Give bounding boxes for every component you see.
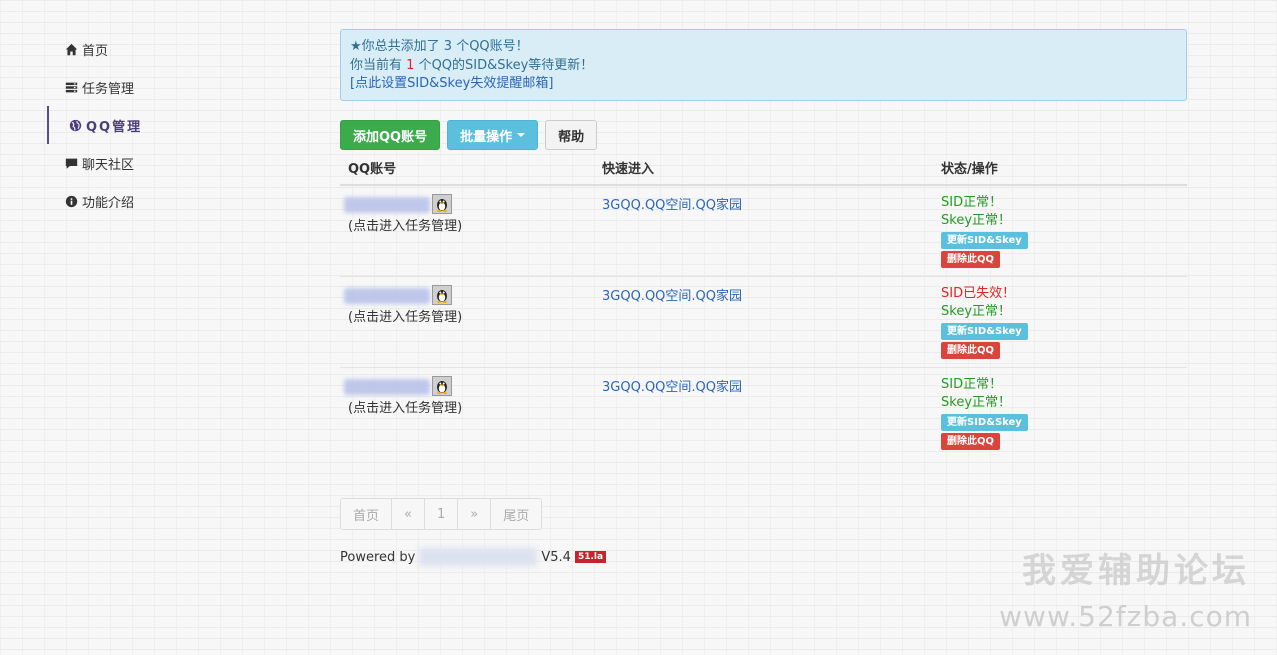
status-cell: SID已失效！ Skey正常！ 更新SID&Skey 删除此QQ [933, 276, 1187, 368]
page-last[interactable]: 尾页 [491, 499, 542, 529]
help-button[interactable]: 帮助 [545, 120, 598, 150]
qq-account-cell[interactable]: (点击进入任务管理) [340, 185, 594, 277]
sidebar-item-label: QQ管理 [86, 119, 143, 135]
batch-operation-button[interactable]: 批量操作 [447, 120, 539, 150]
qq-penguin-icon [432, 194, 452, 214]
toolbar: 添加QQ账号 批量操作 帮助 [340, 120, 1187, 150]
sidebar-item-label: 功能介绍 [82, 195, 135, 211]
delete-qq-button[interactable]: 删除此QQ [941, 433, 1001, 450]
skey-status: Skey正常！ [941, 304, 1012, 319]
redacted-qq-number[interactable] [344, 376, 432, 396]
update-sid-skey-button[interactable]: 更新SID&Skey [941, 323, 1028, 340]
status-cell: SID正常！ Skey正常！ 更新SID&Skey 删除此QQ [933, 367, 1187, 458]
qq-account-cell[interactable]: (点击进入任务管理) [340, 367, 594, 458]
main-content: ★你总共添加了 3 个QQ账号！ 你当前有 1 个QQ的SID&Skey等待更新… [340, 29, 1187, 566]
info-alert: ★你总共添加了 3 个QQ账号！ 你当前有 1 个QQ的SID&Skey等待更新… [340, 29, 1187, 101]
quick-entry-cell: 3GQQ.QQ空间.QQ家园 [594, 276, 933, 368]
globe-icon [68, 118, 82, 132]
quick-entry-cell: 3GQQ.QQ空间.QQ家园 [594, 367, 933, 458]
col-header-quick: 快速进入 [594, 150, 933, 186]
pending-count: 1 [406, 57, 415, 73]
version-text: V5.4 [541, 549, 571, 565]
watermark-title: 我爱辅助论坛 [1022, 551, 1250, 591]
qq-penguin-icon [432, 376, 452, 396]
quick-entry-link[interactable]: 3GQQ.QQ空间.QQ家园 [602, 198, 742, 213]
status-cell: SID正常！ Skey正常！ 更新SID&Skey 删除此QQ [933, 185, 1187, 277]
quick-entry-cell: 3GQQ.QQ空间.QQ家园 [594, 185, 933, 277]
quick-entry-link[interactable]: 3GQQ.QQ空间.QQ家园 [602, 380, 742, 395]
redacted-qq-number[interactable] [344, 285, 432, 305]
skey-status: Skey正常！ [941, 213, 1012, 228]
sid-status: SID已失效！ [941, 286, 1016, 301]
watermark-url: www.52fzba.com [999, 600, 1252, 633]
update-sid-skey-button[interactable]: 更新SID&Skey [941, 414, 1028, 431]
table-row: (点击进入任务管理) 3GQQ.QQ空间.QQ家园 SID正常！ Skey正常！ 更新S… [340, 185, 1187, 277]
redacted-site-name [419, 548, 538, 566]
page-prev[interactable]: « [392, 499, 425, 529]
table-row: (点击进入任务管理) 3GQQ.QQ空间.QQ家园 SID已失效！ Skey正常！ 更新… [340, 276, 1187, 368]
sidebar-item-tasks[interactable]: 任务管理 [47, 68, 287, 106]
powered-by-text: Powered by [340, 549, 416, 565]
col-header-status: 状态/操作 [933, 150, 1187, 186]
sid-status: SID正常！ [941, 377, 1003, 392]
tasks-icon [64, 80, 78, 94]
col-header-qq: QQ账号 [340, 150, 594, 186]
page-next[interactable]: » [458, 499, 492, 529]
info-icon [64, 194, 78, 208]
table-row: (点击进入任务管理) 3GQQ.QQ空间.QQ家园 SID正常！ Skey正常！ 更新S… [340, 367, 1187, 458]
add-qq-button[interactable]: 添加QQ账号 [340, 120, 441, 150]
comment-icon [64, 156, 78, 170]
enter-task-manage-text[interactable]: (点击进入任务管理) [348, 306, 586, 325]
enter-task-manage-text[interactable]: (点击进入任务管理) [348, 215, 586, 234]
sidebar-item-chat[interactable]: 聊天社区 [47, 144, 287, 182]
enter-task-manage-text[interactable]: (点击进入任务管理) [348, 397, 586, 416]
page-first[interactable]: 首页 [341, 499, 393, 529]
qq-account-cell[interactable]: (点击进入任务管理) [340, 276, 594, 368]
sid-status: SID正常！ [941, 195, 1003, 210]
update-sid-skey-button[interactable]: 更新SID&Skey [941, 232, 1028, 249]
sidebar-item-label: 任务管理 [82, 81, 135, 97]
sidebar-item-qq[interactable]: QQ管理 [47, 106, 287, 144]
table-header-row: QQ账号 快速进入 状态/操作 [340, 150, 1187, 186]
stats-badge[interactable]: 51.la [574, 551, 607, 563]
sidebar-item-label: 聊天社区 [82, 157, 135, 173]
alert-pending-line: 你当前有 1 个QQ的SID&Skey等待更新！ [350, 57, 594, 73]
qq-table: QQ账号 快速进入 状态/操作 (点击进入任务管理) 3GQQ.QQ空间.QQ家园… [340, 150, 1187, 458]
redacted-qq-number[interactable] [344, 194, 432, 214]
skey-status: Skey正常！ [941, 395, 1012, 410]
qq-penguin-icon [432, 285, 452, 305]
delete-qq-button[interactable]: 删除此QQ [941, 251, 1001, 268]
quick-entry-link[interactable]: 3GQQ.QQ空间.QQ家园 [602, 289, 742, 304]
pagination: 首页 « 1 » 尾页 [340, 498, 543, 530]
sidebar-item-label: 首页 [82, 43, 109, 59]
alert-total-line: ★你总共添加了 3 个QQ账号！ [350, 39, 529, 54]
sidebar-item-features[interactable]: 功能介绍 [47, 182, 287, 220]
sidebar: 首页 任务管理 QQ管理 聊天社区 功能介绍 [47, 30, 287, 220]
set-reminder-email-link[interactable]: [点此设置SID&Skey失效提醒邮箱] [350, 76, 553, 91]
home-icon [64, 42, 78, 56]
page-current[interactable]: 1 [424, 499, 459, 529]
caret-down-icon [517, 133, 526, 137]
sidebar-item-home[interactable]: 首页 [47, 30, 287, 68]
delete-qq-button[interactable]: 删除此QQ [941, 342, 1001, 359]
